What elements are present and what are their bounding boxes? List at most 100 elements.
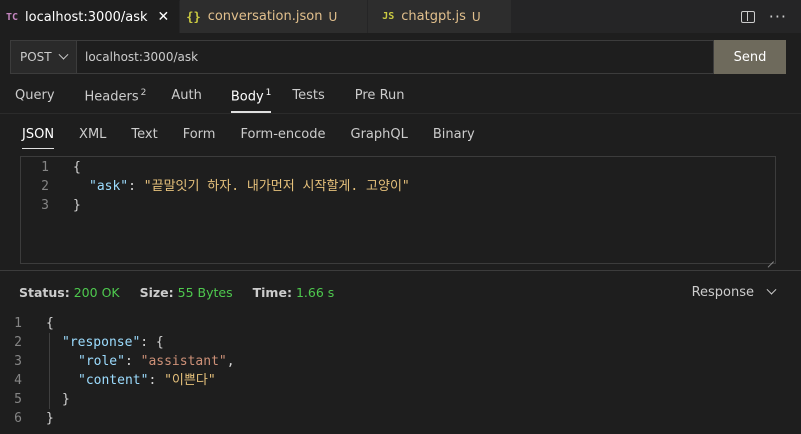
editor-actions: ···: [740, 0, 787, 33]
json-colon: : {: [140, 335, 164, 350]
json-property: "content": "이쁜다": [22, 371, 216, 390]
tab-label: conversation.json: [207, 9, 323, 24]
json-comma: ,: [226, 354, 235, 369]
json-value: "이쁜다": [164, 373, 216, 388]
json-brace: }: [73, 198, 81, 213]
json-colon: :: [148, 373, 165, 388]
body-format-tabs: JSON XML Text Form Form-encode GraphQL B…: [22, 127, 500, 149]
response-view-label: Response: [691, 285, 754, 300]
request-url-bar: POST Send: [10, 40, 786, 74]
resize-handle[interactable]: [766, 254, 774, 262]
tab-conversation-json[interactable]: {} conversation.json U: [180, 0, 369, 33]
tab-tests[interactable]: Tests: [292, 88, 324, 104]
thunder-client-icon: TC: [6, 11, 19, 23]
tab-query-label: Query: [15, 88, 55, 103]
code-line: 1 {: [21, 158, 775, 177]
code-line: 2 "response": {: [0, 333, 801, 352]
request-tabs: Query Headers 2 Auth Body 1 Tests Pre Run: [15, 88, 429, 114]
format-json[interactable]: JSON: [22, 127, 55, 149]
editor-tab-bar: TC localhost:3000/ask ✕ {} conversation.…: [0, 0, 801, 33]
format-text[interactable]: Text: [131, 127, 157, 142]
line-number: 3: [41, 198, 49, 213]
tab-label: chatgpt.js: [401, 9, 466, 24]
size-value: 55 Bytes: [177, 285, 233, 300]
line-number: 5: [14, 392, 22, 407]
format-xml[interactable]: XML: [79, 127, 106, 142]
split-editor-icon[interactable]: [740, 10, 755, 23]
json-property: "role": "assistant",: [22, 352, 235, 371]
line-number: 1: [41, 160, 49, 175]
json-key: "ask": [89, 179, 129, 194]
json-brace: {: [46, 316, 54, 331]
json-value: "assistant": [140, 354, 227, 369]
divider: [0, 113, 801, 114]
json-property: "response": {: [22, 333, 164, 352]
tab-tests-label: Tests: [292, 88, 325, 103]
json-property: "ask": "끝말잇기 하자. 내가먼저 시작할게. 고양이": [49, 177, 410, 196]
indent-guide: [49, 333, 50, 409]
json-file-icon: {}: [186, 9, 201, 24]
tab-query[interactable]: Query: [15, 88, 55, 104]
untracked-badge: U: [471, 9, 481, 24]
tab-pre-run-label: Pre Run: [354, 88, 405, 103]
code-line: 3 }: [21, 196, 775, 215]
tab-chatgpt-js[interactable]: JS chatgpt.js U: [368, 0, 512, 33]
code-line: 5 }: [0, 390, 801, 409]
tab-label: localhost:3000/ask: [25, 9, 148, 25]
json-key: "role": [78, 354, 125, 369]
close-icon[interactable]: ✕: [158, 9, 170, 25]
format-form[interactable]: Form: [183, 127, 216, 142]
line-number: 2: [14, 335, 22, 350]
body-json-editor[interactable]: 1 { 2 "ask": "끝말잇기 하자. 내가먼저 시작할게. 고양이" 3…: [20, 156, 776, 264]
response-view-select[interactable]: Response: [691, 284, 777, 300]
json-value: "끝말잇기 하자. 내가먼저 시작할게. 고양이": [143, 179, 410, 194]
body-count: 1: [265, 88, 272, 98]
code-line: 2 "ask": "끝말잇기 하자. 내가먼저 시작할게. 고양이": [21, 177, 775, 196]
json-key: "response": [62, 335, 141, 350]
response-status-bar: Status: 200 OK Size: 55 Bytes Time: 1.66…: [19, 285, 354, 300]
json-key: "content": [78, 373, 149, 388]
format-form-encode[interactable]: Form-encode: [240, 127, 325, 142]
json-colon: :: [124, 354, 141, 369]
status-label: Status:: [19, 285, 70, 300]
json-brace: }: [62, 392, 70, 407]
tab-headers-label: Headers: [84, 89, 139, 105]
headers-count: 2: [140, 88, 147, 98]
send-button[interactable]: Send: [714, 40, 786, 74]
divider: [0, 270, 801, 271]
line-number: 1: [14, 316, 22, 331]
json-brace: }: [46, 411, 54, 426]
code-line: 3 "role": "assistant",: [0, 352, 801, 371]
tab-localhost-ask[interactable]: TC localhost:3000/ask ✕: [0, 0, 181, 33]
response-body-viewer[interactable]: 1 { 2 "response": { 3 "role": "assistant…: [0, 314, 801, 428]
format-binary[interactable]: Binary: [433, 127, 475, 142]
code-line: 1 {: [0, 314, 801, 333]
json-colon: :: [128, 179, 144, 194]
code-line: 4 "content": "이쁜다": [0, 371, 801, 390]
url-input[interactable]: [76, 40, 714, 74]
json-brace: {: [73, 160, 81, 175]
tab-auth[interactable]: Auth: [171, 88, 201, 104]
chevron-down-icon: [766, 284, 777, 295]
tab-body-label: Body: [230, 89, 264, 105]
time-value: 1.66 s: [295, 285, 335, 300]
chevron-down-icon: [58, 49, 69, 60]
tab-headers[interactable]: Headers 2: [85, 88, 147, 104]
method-value: POST: [20, 50, 52, 64]
size-label: Size:: [139, 285, 174, 300]
line-number: 2: [41, 179, 49, 194]
line-number: 4: [14, 373, 22, 388]
status-value: 200 OK: [73, 285, 120, 300]
code-line: 6 }: [0, 409, 801, 428]
method-select[interactable]: POST: [10, 40, 76, 74]
format-graphql[interactable]: GraphQL: [351, 127, 408, 142]
line-number: 3: [14, 354, 22, 369]
javascript-file-icon: JS: [382, 11, 395, 22]
line-number: 6: [14, 411, 22, 426]
tab-body[interactable]: Body 1: [230, 88, 272, 114]
tab-auth-label: Auth: [171, 88, 202, 103]
more-actions-icon[interactable]: ···: [769, 7, 787, 26]
tab-pre-run[interactable]: Pre Run: [355, 88, 405, 104]
untracked-badge: U: [328, 9, 338, 24]
time-label: Time:: [252, 285, 292, 300]
